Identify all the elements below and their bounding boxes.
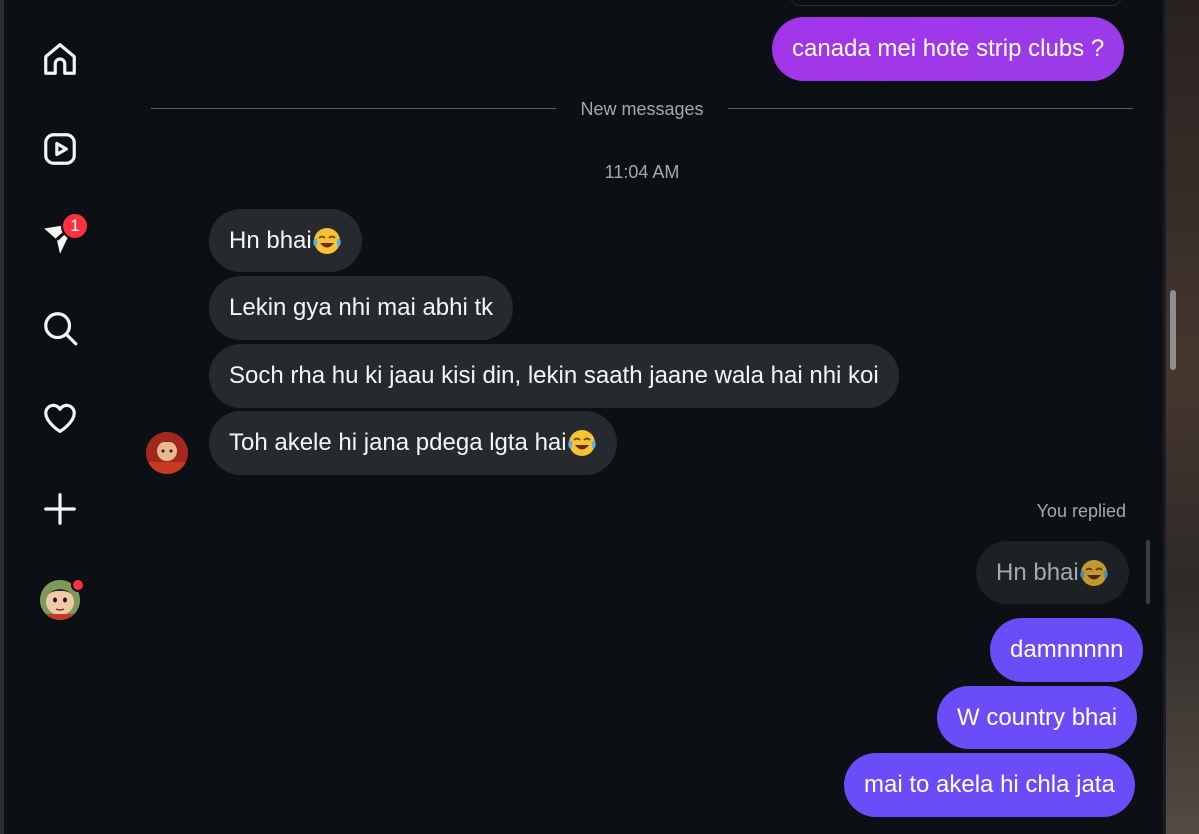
reels-icon	[44, 133, 76, 165]
sidebar: 1	[0, 0, 118, 834]
incoming-message[interactable]: Lekin gya nhi mai abhi tk	[209, 276, 514, 340]
nav-search[interactable]	[38, 306, 82, 350]
message-text: Soch rha hu ki jaau kisi din, lekin saat…	[229, 362, 879, 389]
message-text: mai to akela hi chla jata	[864, 771, 1115, 798]
home-icon	[44, 43, 76, 75]
nav-home[interactable]	[38, 37, 82, 81]
message-text: Lekin gya nhi mai abhi tk	[229, 294, 494, 321]
plus-icon	[44, 493, 76, 525]
outgoing-message[interactable]: W country bhai	[937, 686, 1138, 749]
incoming-message[interactable]: Toh akele hi jana pdega lgta hai	[209, 411, 617, 475]
contact-avatar[interactable]	[146, 432, 188, 474]
messages-badge: 1	[61, 212, 89, 240]
divider-line-right	[728, 108, 1133, 109]
message-timestamp: 11:04 AM	[604, 162, 680, 182]
incoming-message[interactable]: Soch rha hu ki jaau kisi din, lekin saat…	[209, 344, 899, 408]
search-icon	[44, 312, 78, 346]
message-text: Hn bhai	[229, 226, 312, 254]
profile-notification-dot	[71, 578, 85, 592]
message-text: Hn bhai	[996, 558, 1079, 586]
message-text: W country bhai	[957, 703, 1118, 731]
message-text: canada mei hote strip clubs ?	[792, 35, 1105, 62]
outgoing-message[interactable]: mai to akela hi chla jata	[844, 753, 1135, 817]
message-text: damnnnnn	[1010, 636, 1124, 663]
previous-message-edge	[790, 0, 1122, 6]
scrollbar-thumb[interactable]	[1170, 290, 1176, 370]
tears-of-joy-emoji-icon	[1080, 559, 1108, 586]
nav-notifications[interactable]	[38, 396, 82, 440]
outgoing-message[interactable]: canada mei hote strip clubs ?	[772, 17, 1125, 81]
outgoing-message[interactable]: damnnnnn	[990, 618, 1144, 682]
window-edge	[0, 0, 4, 834]
nav-reels[interactable]	[38, 127, 82, 171]
tears-of-joy-emoji-icon	[313, 227, 341, 254]
tears-of-joy-emoji-icon	[567, 430, 596, 456]
background-window	[1166, 0, 1199, 834]
contact-avatar-image	[146, 432, 188, 474]
incoming-message[interactable]: Hn bhai	[209, 209, 362, 272]
you-replied-label: You replied	[1036, 501, 1126, 521]
message-text: Toh akele hi jana pdega lgta hai	[229, 429, 567, 456]
new-messages-divider: New messages	[580, 99, 704, 119]
reply-preview[interactable]: Hn bhai	[976, 541, 1129, 604]
nav-create[interactable]	[38, 487, 82, 531]
heart-icon	[44, 403, 76, 434]
divider-line-left	[151, 108, 556, 109]
